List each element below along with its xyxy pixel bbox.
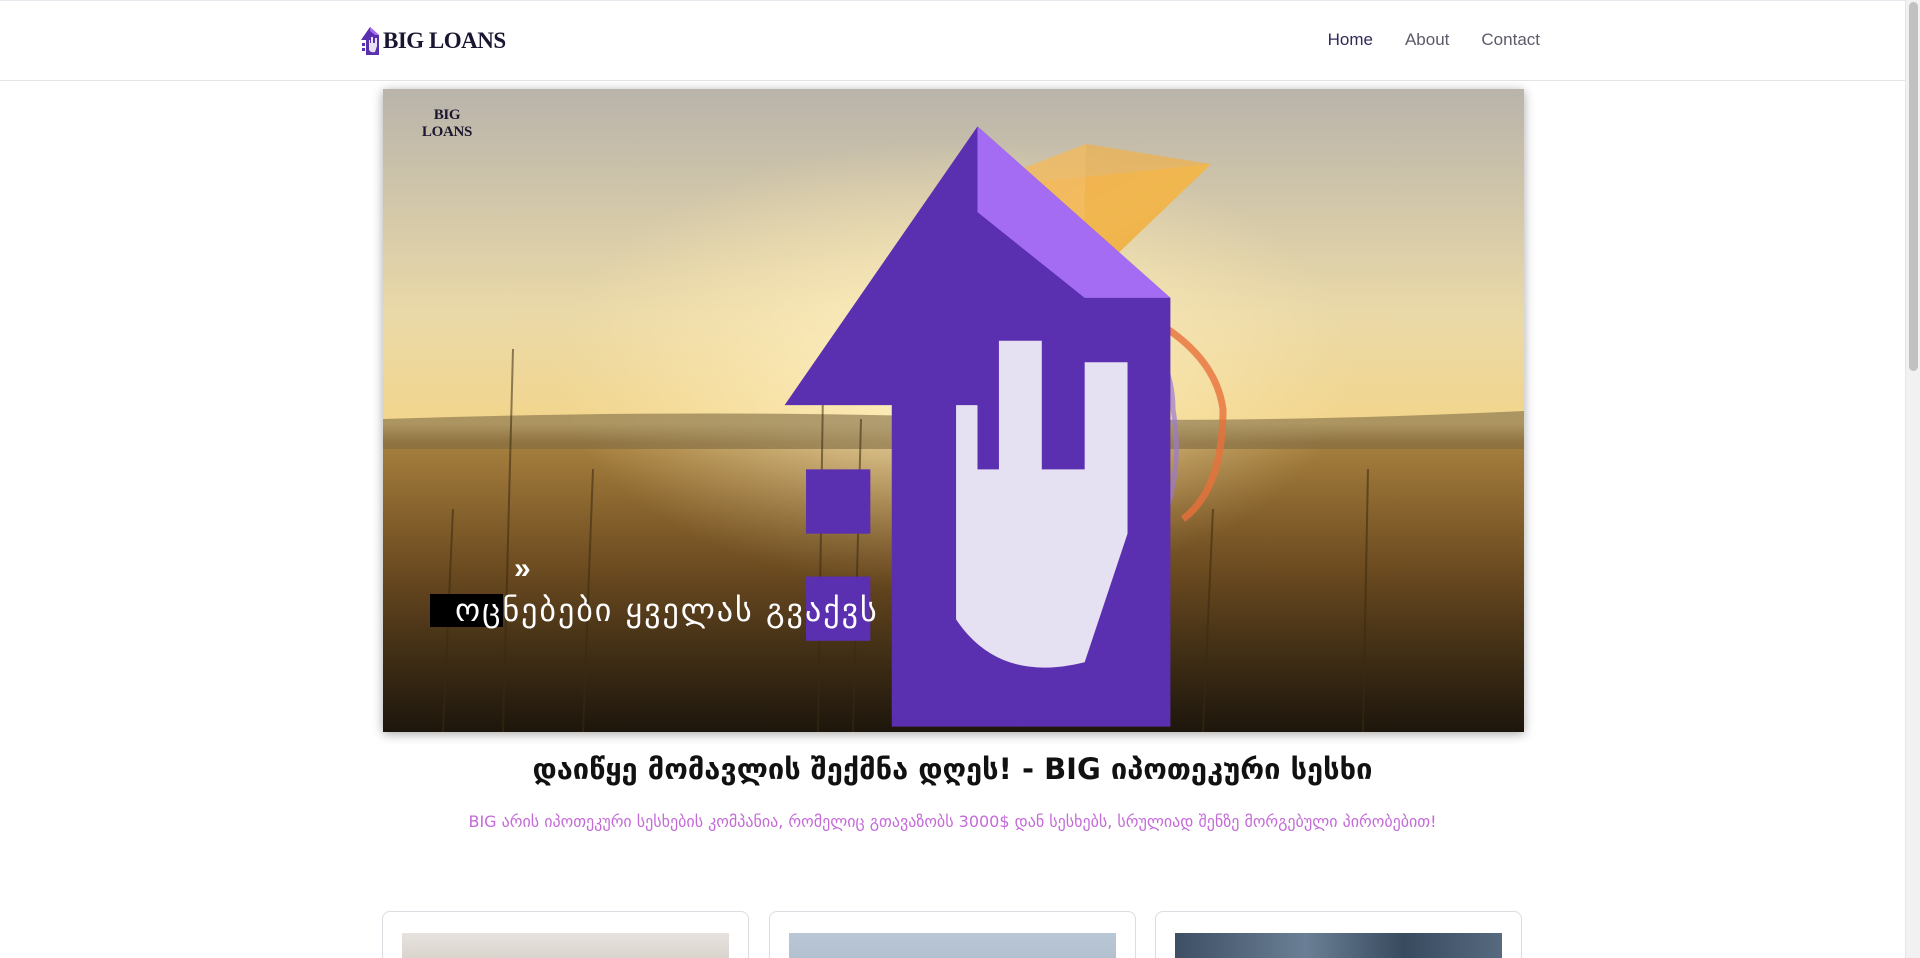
feature-card[interactable] [1155, 911, 1522, 958]
card-image [1175, 933, 1502, 958]
brand-name: BIG LOANS [383, 28, 506, 53]
feature-card[interactable] [382, 911, 749, 958]
house-hand-logo-icon [361, 27, 379, 55]
page-subtitle: BIG არის იპოთეკური სესხების კომპანია, რო… [468, 812, 1437, 831]
hero-video[interactable]: BIG LOANS » ოცნებები ყველას გვაქვს [383, 89, 1524, 732]
nav-about[interactable]: About [1405, 30, 1449, 50]
hero-slogan-block: ოცნებები ყველას გვაქვს [430, 594, 879, 627]
page-title: დაიწყე მომავლის შექმნა დღეს! - BIG იპოთე… [532, 752, 1373, 786]
feature-card[interactable] [769, 911, 1136, 958]
card-image [402, 933, 729, 958]
page-scrollbar[interactable] [1905, 0, 1920, 958]
hero-slogan: ოცნებები ყველას გვაქვს [455, 591, 879, 629]
hero-logo: BIG LOANS [407, 105, 1171, 727]
house-hand-logo-icon [784, 126, 1171, 727]
site-header: BIG LOANS Home About Contact [0, 0, 1905, 81]
nav-contact[interactable]: Contact [1481, 30, 1540, 50]
brand-logo-link[interactable]: BIG LOANS [360, 25, 506, 57]
card-image [789, 933, 1116, 958]
main-nav: Home About Contact [1328, 30, 1540, 50]
nav-home[interactable]: Home [1328, 30, 1373, 50]
double-chevron-right-icon: » [514, 552, 531, 585]
scrollbar-thumb[interactable] [1909, 2, 1918, 371]
page: BIG LOANS Home About Contact BIG LOANS »… [0, 0, 1920, 958]
